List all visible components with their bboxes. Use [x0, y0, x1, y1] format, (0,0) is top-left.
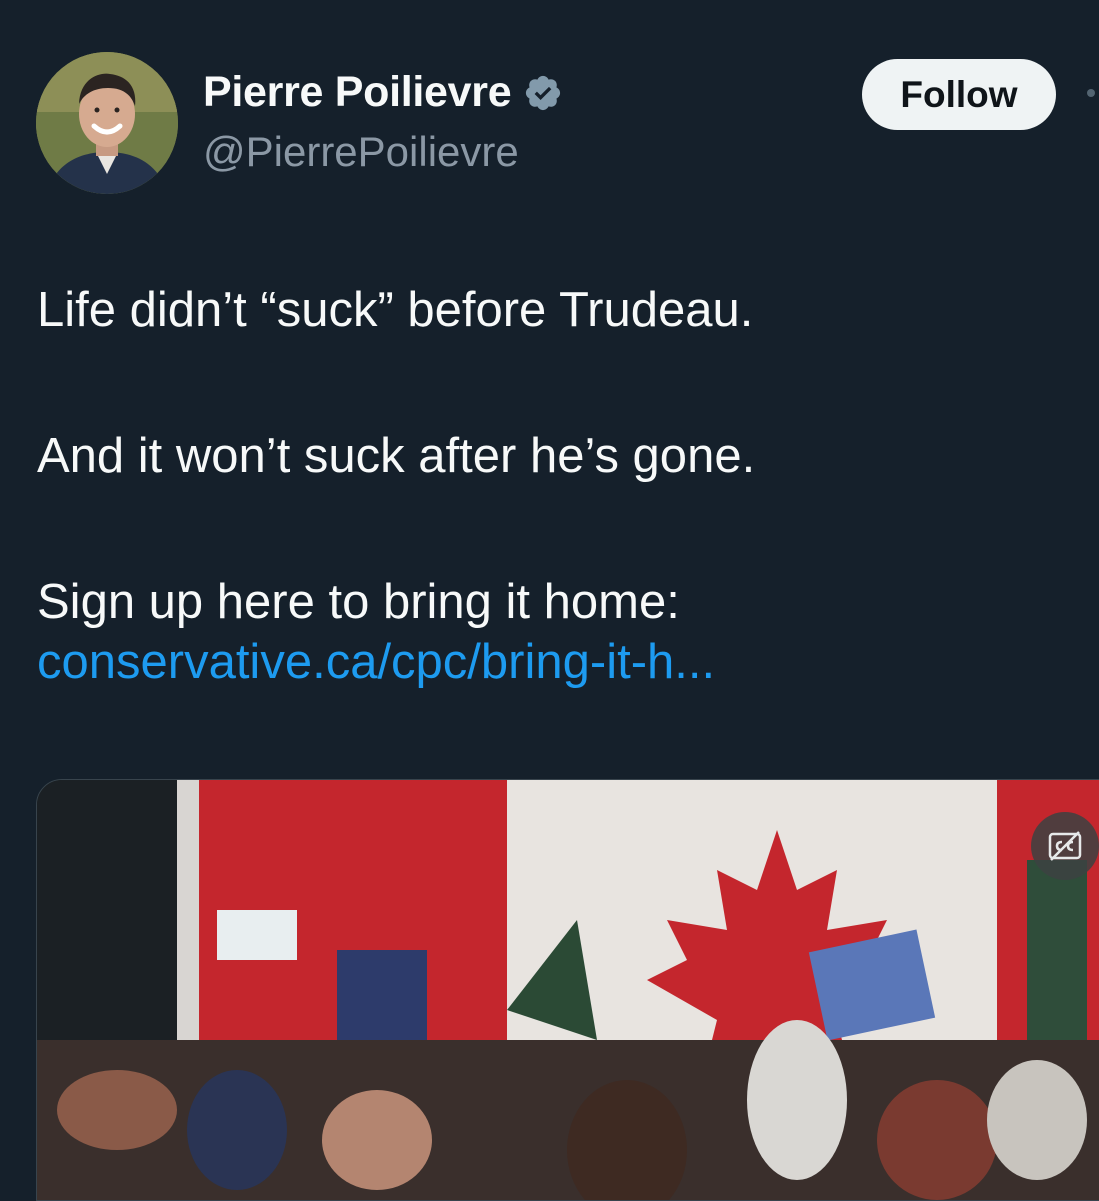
- tweet-link[interactable]: conservative.ca/cpc/bring-it-h...: [37, 632, 1077, 692]
- tweet-text: Life didn’t “suck” before Trudeau. And i…: [37, 280, 1077, 692]
- tweet-paragraph: Sign up here to bring it home:: [37, 575, 680, 629]
- avatar-photo: [36, 52, 178, 194]
- tweet-paragraph: And it won’t suck after he’s gone.: [37, 429, 756, 483]
- more-options-icon[interactable]: [1087, 89, 1095, 97]
- rally-photo: [37, 780, 1099, 1200]
- closed-captions-off-icon[interactable]: [1031, 812, 1099, 880]
- tweet-media-image[interactable]: [36, 779, 1099, 1201]
- verified-badge-icon: [523, 73, 563, 113]
- author-name-row: Pierre Poilievre: [203, 68, 563, 117]
- follow-button[interactable]: Follow: [862, 59, 1056, 130]
- author-display-name[interactable]: Pierre Poilievre: [203, 68, 512, 117]
- tweet-paragraph: Life didn’t “suck” before Trudeau.: [37, 283, 754, 337]
- author-handle[interactable]: @PierrePoilievre: [203, 128, 519, 176]
- avatar[interactable]: [36, 52, 178, 194]
